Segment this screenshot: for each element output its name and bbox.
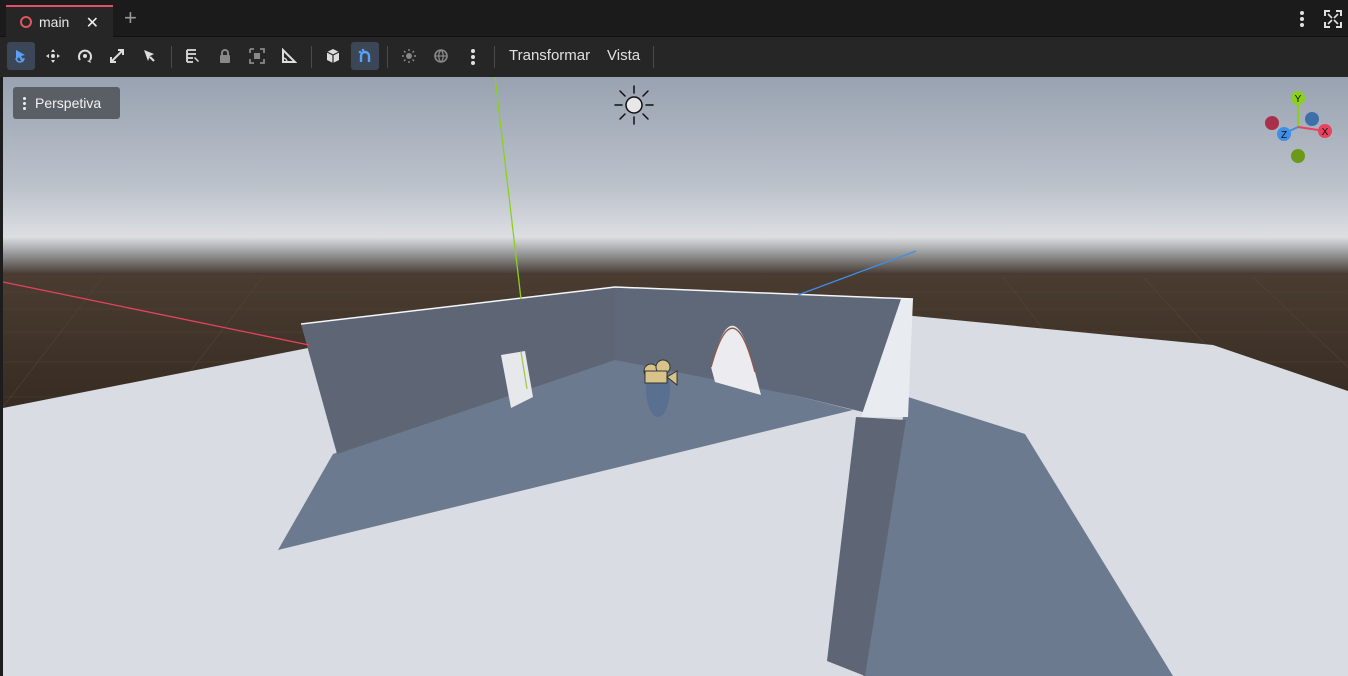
rotate-icon (78, 49, 92, 63)
add-tab-button[interactable]: + (124, 7, 137, 29)
scene-circle-icon (20, 16, 32, 28)
directional-light-icon[interactable] (613, 84, 655, 126)
move-icon (46, 49, 60, 63)
gizmo-x-label: X (1322, 127, 1329, 138)
3d-viewport[interactable]: Perspetiva Y X Z (3, 77, 1348, 676)
kebab-icon (23, 96, 26, 111)
ruler-mode-button[interactable] (179, 42, 207, 70)
select-mode-button[interactable] (7, 42, 35, 70)
snap-magnet-icon (358, 48, 371, 62)
globe-icon (434, 49, 448, 63)
tab-menu-button[interactable] (1293, 9, 1311, 29)
viewport-toolbar: Transformar Vista (0, 37, 1348, 77)
scale-icon (110, 49, 124, 63)
gizmo-y-label: Y (1295, 94, 1302, 105)
sun-icon (402, 49, 416, 63)
gizmo-neg-x[interactable] (1265, 116, 1279, 130)
snap-angle-button[interactable] (275, 42, 303, 70)
scene-tab-bar: main ✕ + (0, 0, 1348, 37)
perspective-menu-button[interactable]: Perspetiva (13, 87, 120, 119)
select-arrow-icon (15, 50, 25, 63)
toolbar-separator (387, 46, 388, 68)
toolbar-more-button[interactable] (464, 47, 482, 67)
perspective-label: Perspetiva (35, 95, 102, 111)
local-space-button[interactable] (319, 42, 347, 70)
toolbar-separator (653, 46, 654, 68)
scene-render (3, 77, 1348, 676)
rotate-mode-button[interactable] (71, 42, 99, 70)
lock-button[interactable] (211, 42, 239, 70)
lock-icon (220, 49, 230, 63)
preview-sun-button[interactable] (395, 42, 423, 70)
view-gizmo[interactable]: Y X Z (1261, 89, 1341, 169)
gizmo-neg-y[interactable] (1291, 149, 1305, 163)
move-mode-button[interactable] (39, 42, 67, 70)
angle-icon (282, 48, 297, 63)
scene-tab-main[interactable]: main ✕ (6, 5, 113, 37)
toolbar-separator (171, 46, 172, 68)
ruler-icon (186, 49, 199, 63)
use-snap-button[interactable] (351, 42, 379, 70)
toolbar-separator (494, 46, 495, 68)
group-icon (249, 48, 265, 64)
group-button[interactable] (243, 42, 271, 70)
scale-mode-button[interactable] (103, 42, 131, 70)
list-select-button[interactable] (135, 42, 163, 70)
transform-menu[interactable]: Transformar (509, 47, 590, 64)
fullscreen-icon[interactable] (1324, 10, 1342, 28)
close-icon[interactable]: ✕ (86, 13, 99, 33)
view-menu[interactable]: Vista (607, 47, 640, 64)
cube-icon (326, 49, 340, 63)
scene-tab-label: main (39, 14, 70, 30)
preview-environment-button[interactable] (427, 42, 455, 70)
gizmo-neg-z[interactable] (1305, 112, 1319, 126)
pointer-icon (144, 50, 155, 62)
sky (3, 77, 1348, 277)
gizmo-z-label: Z (1281, 130, 1287, 141)
toolbar-separator (311, 46, 312, 68)
